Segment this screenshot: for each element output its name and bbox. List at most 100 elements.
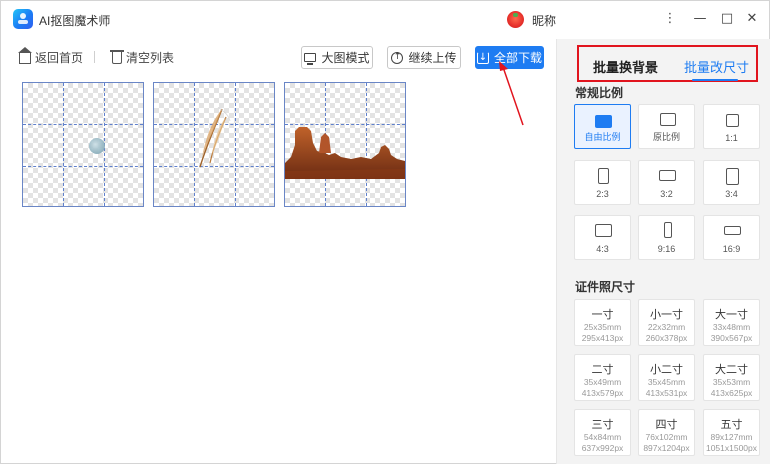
id-size-mm: 25x35mm [583, 322, 622, 332]
user-nickname[interactable]: 昵称 [532, 12, 556, 29]
ratio-option-original[interactable]: 原比例 [638, 104, 695, 149]
toolbar-divider [94, 51, 95, 63]
ratio-landscape-icon [595, 224, 612, 237]
app-logo-icon [13, 9, 33, 29]
ratio-option-16-9[interactable]: 16:9 [703, 215, 760, 260]
id-size-mm: 33x48mm [712, 322, 751, 332]
id-size-name: 三寸 [591, 419, 614, 431]
ratio-option-free[interactable]: 自由比例 [574, 104, 631, 149]
trash-icon [110, 50, 124, 64]
id-size-option[interactable]: 四寸 76x102mm 897x1204px [638, 409, 695, 456]
ratio-option-1-1[interactable]: 1:1 [703, 104, 760, 149]
id-size-name: 大一寸 [715, 309, 748, 321]
ratio-option-4-3[interactable]: 4:3 [574, 215, 631, 260]
id-size-name: 大二寸 [715, 364, 748, 376]
id-size-option[interactable]: 小二寸 35x45mm 413x531px [638, 354, 695, 401]
ratio-option-2-3[interactable]: 2:3 [574, 160, 631, 205]
app-title: AI抠图魔术师 [39, 14, 111, 28]
grid-line [23, 166, 143, 167]
id-size-option[interactable]: 小一寸 22x32mm 260x378px [638, 299, 695, 346]
ratio-label: 4:3 [596, 244, 609, 254]
continue-upload-button[interactable]: ↑ 继续上传 [387, 46, 461, 69]
close-icon[interactable]: ✕ [742, 9, 762, 29]
grid-line [235, 83, 236, 206]
download-icon: ↓ [476, 51, 489, 64]
id-size-px: 295x413px [581, 333, 624, 343]
id-size-option[interactable]: 一寸 25x35mm 295x413px [574, 299, 631, 346]
ratio-option-3-4[interactable]: 3:4 [703, 160, 760, 205]
grid-line [23, 124, 143, 125]
image-card-feather[interactable] [153, 82, 275, 207]
settings-panel: 批量换背景 批量改尺寸 常规比例 自由比例 原比例 1:1 2:3 3:2 3:… [556, 39, 770, 464]
id-size-px: 260x378px [645, 333, 688, 343]
continue-upload-label: 继续上传 [408, 51, 457, 65]
upload-icon: ↑ [391, 51, 404, 64]
id-size-option[interactable]: 五寸 89x127mm 1051x1500px [703, 409, 760, 456]
id-size-mm: 22x32mm [647, 322, 686, 332]
id-size-option[interactable]: 大二寸 35x53mm 413x625px [703, 354, 760, 401]
ratio-label: 9:16 [657, 244, 676, 254]
ratio-square-icon [726, 114, 739, 127]
tab-batch-resize[interactable]: 批量改尺寸 [684, 57, 749, 76]
ratio-label: 2:3 [596, 189, 609, 199]
id-size-mm: 54x84mm [583, 432, 622, 442]
id-size-px: 390x567px [710, 333, 753, 343]
desert-image [285, 127, 405, 179]
minimize-icon[interactable]: — [690, 9, 710, 29]
id-size-name: 小二寸 [650, 364, 683, 376]
clear-list-button[interactable]: 清空列表 [110, 48, 175, 66]
id-size-option[interactable]: 二寸 35x49mm 413x579px [574, 354, 631, 401]
active-tab-indicator [692, 79, 738, 81]
image-card-desert[interactable] [284, 82, 406, 207]
id-size-name: 四寸 [655, 419, 678, 431]
id-size-option[interactable]: 大一寸 33x48mm 390x567px [703, 299, 760, 346]
ratio-label: 自由比例 [584, 132, 621, 142]
id-size-name: 二寸 [591, 364, 614, 376]
ratio-label: 1:1 [725, 133, 738, 143]
back-home-label: 返回首页 [35, 50, 84, 65]
id-size-name: 小一寸 [650, 309, 683, 321]
id-size-mm: 35x53mm [712, 377, 751, 387]
ratio-label: 16:9 [722, 244, 741, 254]
app-window: AI抠图魔术师 昵称 ⋮ — □ ✕ 返回首页 清空列表 大图模式 ↑ 继续上传… [0, 0, 770, 464]
id-photo-section-title: 证件照尺寸 [575, 280, 636, 294]
ratio-landscape-icon [659, 170, 676, 181]
ratio-free-icon [595, 115, 612, 128]
maximize-icon[interactable]: □ [717, 9, 737, 29]
home-icon [18, 47, 32, 64]
id-size-mm: 35x49mm [583, 377, 622, 387]
ratio-option-3-2[interactable]: 3:2 [638, 160, 695, 205]
ratio-portrait-icon [726, 168, 739, 185]
ratio-portrait-icon [598, 168, 609, 184]
image-card-moon[interactable] [22, 82, 144, 207]
tab-bar: 批量换背景 批量改尺寸 [577, 45, 758, 82]
id-size-mm: 76x102mm [645, 432, 688, 442]
ratio-tall-icon [664, 222, 672, 238]
id-size-mm: 35x45mm [647, 377, 686, 387]
grid-line [63, 83, 64, 206]
ratio-option-9-16[interactable]: 9:16 [638, 215, 695, 260]
menu-icon[interactable]: ⋮ [660, 9, 680, 29]
back-home-button[interactable]: 返回首页 [18, 47, 84, 66]
big-image-mode-button[interactable]: 大图模式 [301, 46, 373, 69]
id-size-px: 413x625px [710, 388, 753, 398]
id-size-px: 637x992px [581, 443, 624, 453]
id-size-px: 897x1204px [643, 443, 690, 453]
id-size-mm: 89x127mm [710, 432, 753, 442]
monitor-icon [304, 53, 317, 65]
moon-image [89, 138, 105, 154]
ratio-label: 3:2 [660, 189, 673, 199]
id-size-px: 413x579px [581, 388, 624, 398]
id-size-px: 413x531px [645, 388, 688, 398]
ratio-label: 3:4 [725, 189, 738, 199]
big-image-mode-label: 大图模式 [321, 51, 370, 65]
ratio-section-title: 常规比例 [575, 86, 624, 100]
clear-list-label: 清空列表 [126, 50, 175, 65]
tab-batch-background[interactable]: 批量换背景 [593, 57, 658, 76]
annotation-arrow-icon [499, 61, 524, 126]
id-size-option[interactable]: 三寸 54x84mm 637x992px [574, 409, 631, 456]
id-size-name: 五寸 [720, 419, 743, 431]
title-bar: AI抠图魔术师 昵称 ⋮ — □ ✕ [1, 1, 769, 39]
user-avatar[interactable] [507, 11, 524, 28]
id-size-px: 1051x1500px [705, 443, 758, 453]
